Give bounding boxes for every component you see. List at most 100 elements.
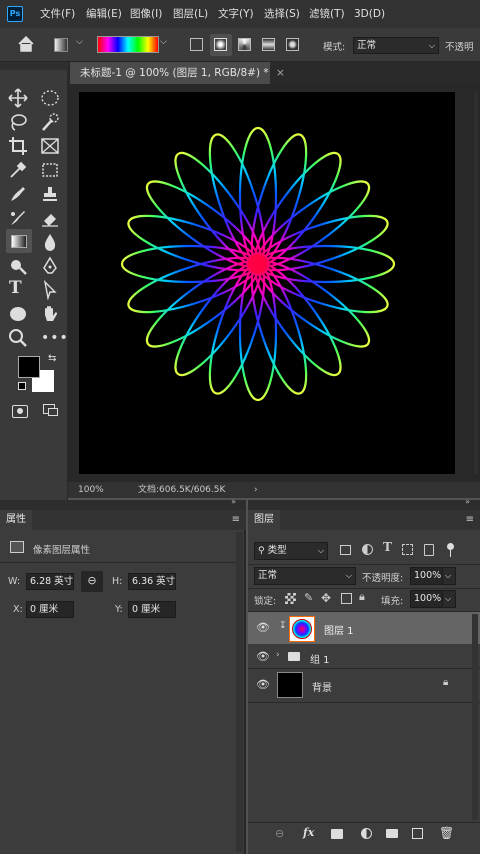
frame-select-icon[interactable]: [40, 160, 60, 180]
layers-scrollbar[interactable]: [472, 614, 478, 820]
layer-name[interactable]: 组 1: [310, 651, 330, 666]
lock-transparency-icon[interactable]: [285, 593, 296, 604]
eye-icon[interactable]: 👁︎: [256, 650, 270, 663]
lock-all-icon[interactable]: 🔒︎: [359, 590, 365, 604]
filter-pixel-icon[interactable]: [340, 545, 351, 555]
chevron-down-icon[interactable]: ⌵: [160, 37, 167, 47]
angle-gradient-icon[interactable]: [238, 38, 251, 51]
quick-mask-icon[interactable]: [12, 405, 28, 418]
menu-3d[interactable]: 3D(D): [354, 0, 385, 28]
menu-filter[interactable]: 滤镜(T): [309, 0, 345, 28]
close-icon[interactable]: ×: [276, 67, 285, 79]
eraser-icon[interactable]: [40, 208, 60, 228]
menu-image[interactable]: 图像(I): [130, 0, 162, 28]
trash-icon[interactable]: 🗑︎: [439, 826, 454, 840]
chevron-down-icon[interactable]: ⌵: [76, 37, 83, 47]
dodge-tool-icon[interactable]: [8, 256, 28, 276]
hand-tool-icon[interactable]: [40, 304, 60, 324]
blur-tool-icon[interactable]: [40, 232, 60, 252]
link-icon[interactable]: ⊖: [81, 571, 103, 592]
crop-tool-icon[interactable]: [8, 136, 28, 156]
chevron-right-icon[interactable]: ›: [276, 650, 280, 660]
diamond-gradient-icon[interactable]: [286, 38, 299, 51]
frame-tool-icon[interactable]: [40, 136, 60, 156]
document-canvas[interactable]: [79, 92, 455, 474]
menu-type[interactable]: 文字(Y): [218, 0, 254, 28]
filter-smart-object-icon[interactable]: [424, 544, 434, 556]
link-layers-icon[interactable]: ⊖: [275, 827, 284, 840]
menu-layer[interactable]: 图层(L): [173, 0, 208, 28]
zoom-level[interactable]: 100%: [78, 482, 104, 498]
filter-adjustment-icon[interactable]: [362, 544, 373, 555]
lock-position-icon[interactable]: ✥: [321, 591, 331, 605]
photoshop-logo: Ps: [7, 6, 23, 22]
eye-icon[interactable]: 👁︎: [256, 621, 270, 634]
layer-name[interactable]: 图层 1: [324, 622, 354, 637]
filter-toggle-icon[interactable]: [447, 543, 454, 550]
new-group-icon[interactable]: [386, 829, 398, 838]
lock-icon[interactable]: 🔒︎: [443, 677, 448, 688]
height-field[interactable]: 6.36 英寸: [128, 573, 176, 590]
chevron-down-icon[interactable]: ⌵: [442, 567, 456, 585]
path-selection-icon[interactable]: [40, 280, 60, 300]
eyedropper-icon[interactable]: [8, 160, 28, 180]
blend-mode-select[interactable]: 正常 ⌵: [353, 37, 439, 54]
gradient-swatch[interactable]: [97, 36, 159, 53]
flower-petal: [250, 262, 308, 395]
new-layer-icon[interactable]: [412, 828, 423, 839]
filter-type-icon[interactable]: T: [383, 540, 392, 554]
panel-menu-icon[interactable]: ≡: [466, 514, 474, 525]
status-arrow-icon[interactable]: ›: [254, 482, 258, 498]
layer-name[interactable]: 背景: [312, 679, 332, 694]
stamp-tool-icon[interactable]: [40, 184, 60, 204]
x-field[interactable]: 0 厘米: [26, 601, 74, 618]
menu-file[interactable]: 文件(F): [40, 0, 75, 28]
add-mask-icon[interactable]: [331, 829, 343, 839]
gradient-preset-icon[interactable]: [54, 38, 68, 52]
flower-petal: [127, 256, 260, 314]
document-tab[interactable]: 未标题-1 @ 100% (图层 1, RGB/8#) * ×: [70, 62, 285, 84]
lock-brush-icon[interactable]: ✎: [304, 591, 313, 604]
lock-artboard-icon[interactable]: [341, 593, 352, 604]
ellipse-tool-icon[interactable]: [8, 304, 28, 324]
marquee-tool-icon[interactable]: [40, 88, 60, 108]
chevron-down-icon[interactable]: ⌵: [442, 590, 456, 608]
menu-select[interactable]: 选择(S): [264, 0, 300, 28]
linear-gradient-icon[interactable]: [190, 38, 203, 51]
quick-selection-icon[interactable]: [40, 112, 60, 132]
history-brush-icon[interactable]: [8, 208, 28, 228]
layer-blend-mode-select[interactable]: 正常 ⌵: [254, 567, 356, 585]
adjustment-layer-icon[interactable]: [361, 828, 372, 839]
layer-filter-select[interactable]: ⚲ 类型 ⌵: [254, 542, 328, 560]
gradient-tool-icon[interactable]: [11, 235, 27, 248]
collapse-icon[interactable]: »: [465, 497, 470, 506]
eye-icon[interactable]: 👁︎: [256, 678, 270, 691]
layer-row-group-1[interactable]: 👁︎ › 组 1: [248, 646, 480, 668]
home-icon[interactable]: [17, 36, 35, 52]
width-field[interactable]: 6.28 英寸: [26, 573, 74, 590]
canvas-scrollbar[interactable]: [474, 92, 478, 474]
foreground-color-swatch[interactable]: [18, 356, 40, 378]
panel-menu-icon[interactable]: ≡: [232, 514, 240, 525]
move-tool-icon[interactable]: [8, 88, 28, 108]
menu-edit[interactable]: 编辑(E): [86, 0, 122, 28]
collapse-icon[interactable]: »: [231, 497, 236, 506]
radial-gradient-icon[interactable]: [214, 38, 227, 51]
type-tool-icon[interactable]: T: [9, 278, 22, 298]
reflected-gradient-icon[interactable]: [262, 38, 275, 51]
tab-properties[interactable]: 属性: [0, 510, 32, 530]
fx-icon[interactable]: fx: [303, 826, 314, 839]
more-tools-icon[interactable]: •••: [41, 330, 69, 346]
tab-layers[interactable]: 图层: [248, 510, 280, 530]
y-field[interactable]: 0 厘米: [128, 601, 176, 618]
default-colors-icon[interactable]: [18, 382, 26, 390]
lasso-tool-icon[interactable]: [8, 112, 28, 132]
swap-colors-icon[interactable]: ⇆: [48, 353, 56, 364]
pen-tool-icon[interactable]: [40, 256, 60, 276]
properties-scrollbar[interactable]: [236, 532, 243, 852]
layer-row-background[interactable]: 👁︎ 背景 🔒︎: [248, 669, 480, 701]
layer-row-layer-1[interactable]: 👁︎ ↧ 图层 1: [248, 612, 480, 644]
filter-shape-icon[interactable]: [402, 544, 413, 555]
zoom-tool-icon[interactable]: [8, 328, 28, 348]
healing-brush-icon[interactable]: [8, 184, 28, 204]
